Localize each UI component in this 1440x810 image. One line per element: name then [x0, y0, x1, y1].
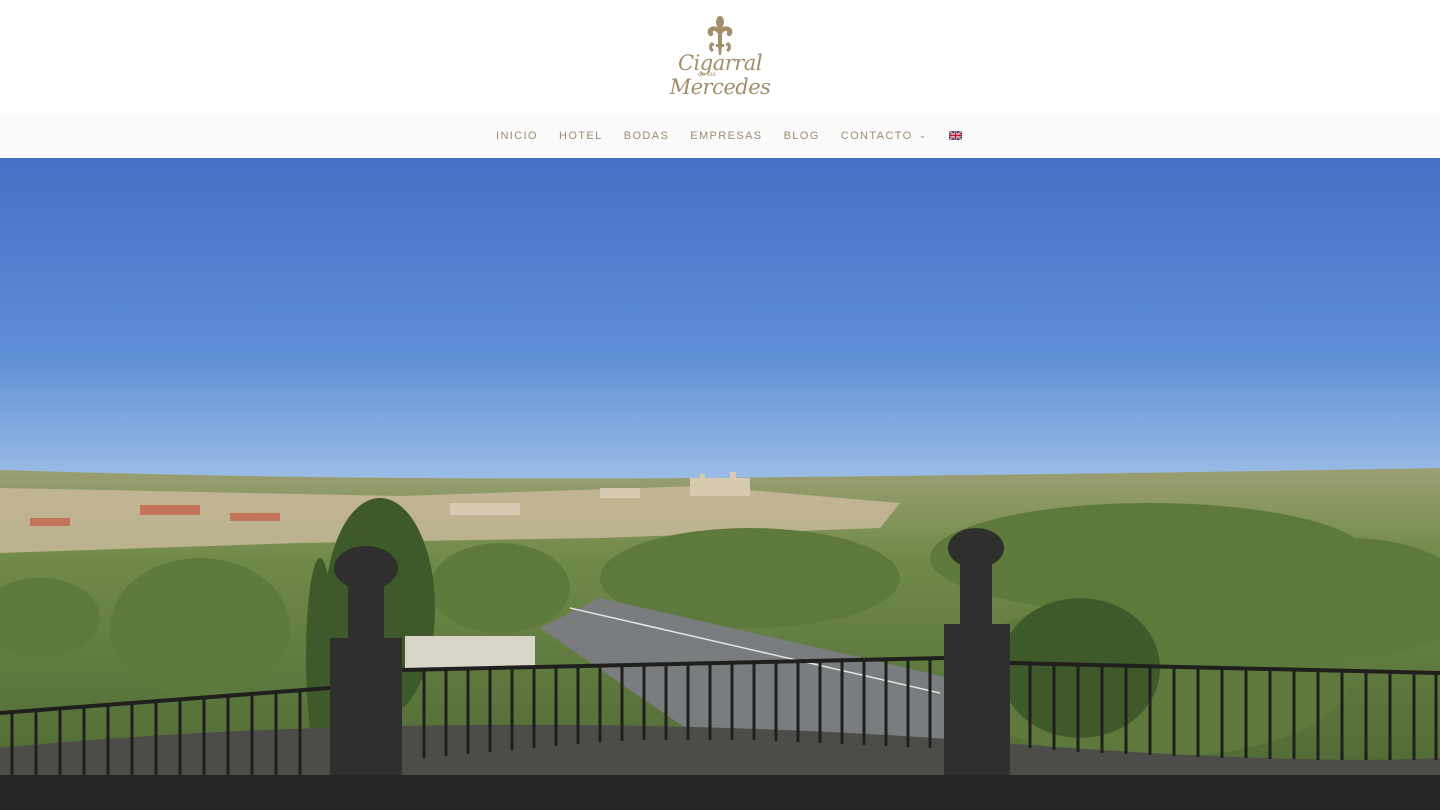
nav-item-bodas[interactable]: BODAS	[624, 130, 670, 142]
site-logo[interactable]: Cigarral de las Mercedes	[668, 14, 772, 100]
site-header: Cigarral de las Mercedes	[0, 0, 1440, 113]
nav-item-contacto[interactable]: CONTACTO ⌄	[841, 130, 928, 142]
logo-text-cigarral: Cigarral	[677, 51, 763, 75]
language-switcher[interactable]	[948, 131, 962, 140]
chevron-down-icon: ⌄	[918, 130, 928, 140]
hero-video-panorama	[0, 158, 1440, 775]
nav-item-blog[interactable]: BLOG	[784, 130, 820, 142]
page-bottom-bar	[0, 775, 1440, 810]
panorama-landscape-image	[0, 158, 1440, 775]
nav-item-empresas[interactable]: EMPRESAS	[690, 130, 762, 142]
nav-item-contacto-label: CONTACTO	[840, 129, 913, 142]
main-navigation: INICIO HOTEL BODAS EMPRESAS BLOG CONTACT…	[0, 113, 1440, 158]
fleur-emblem-icon	[707, 16, 733, 55]
uk-flag-icon	[948, 131, 962, 140]
nav-item-inicio[interactable]: INICIO	[496, 130, 538, 142]
logo-text-mercedes: Mercedes	[669, 75, 771, 99]
nav-item-hotel[interactable]: HOTEL	[559, 130, 603, 142]
